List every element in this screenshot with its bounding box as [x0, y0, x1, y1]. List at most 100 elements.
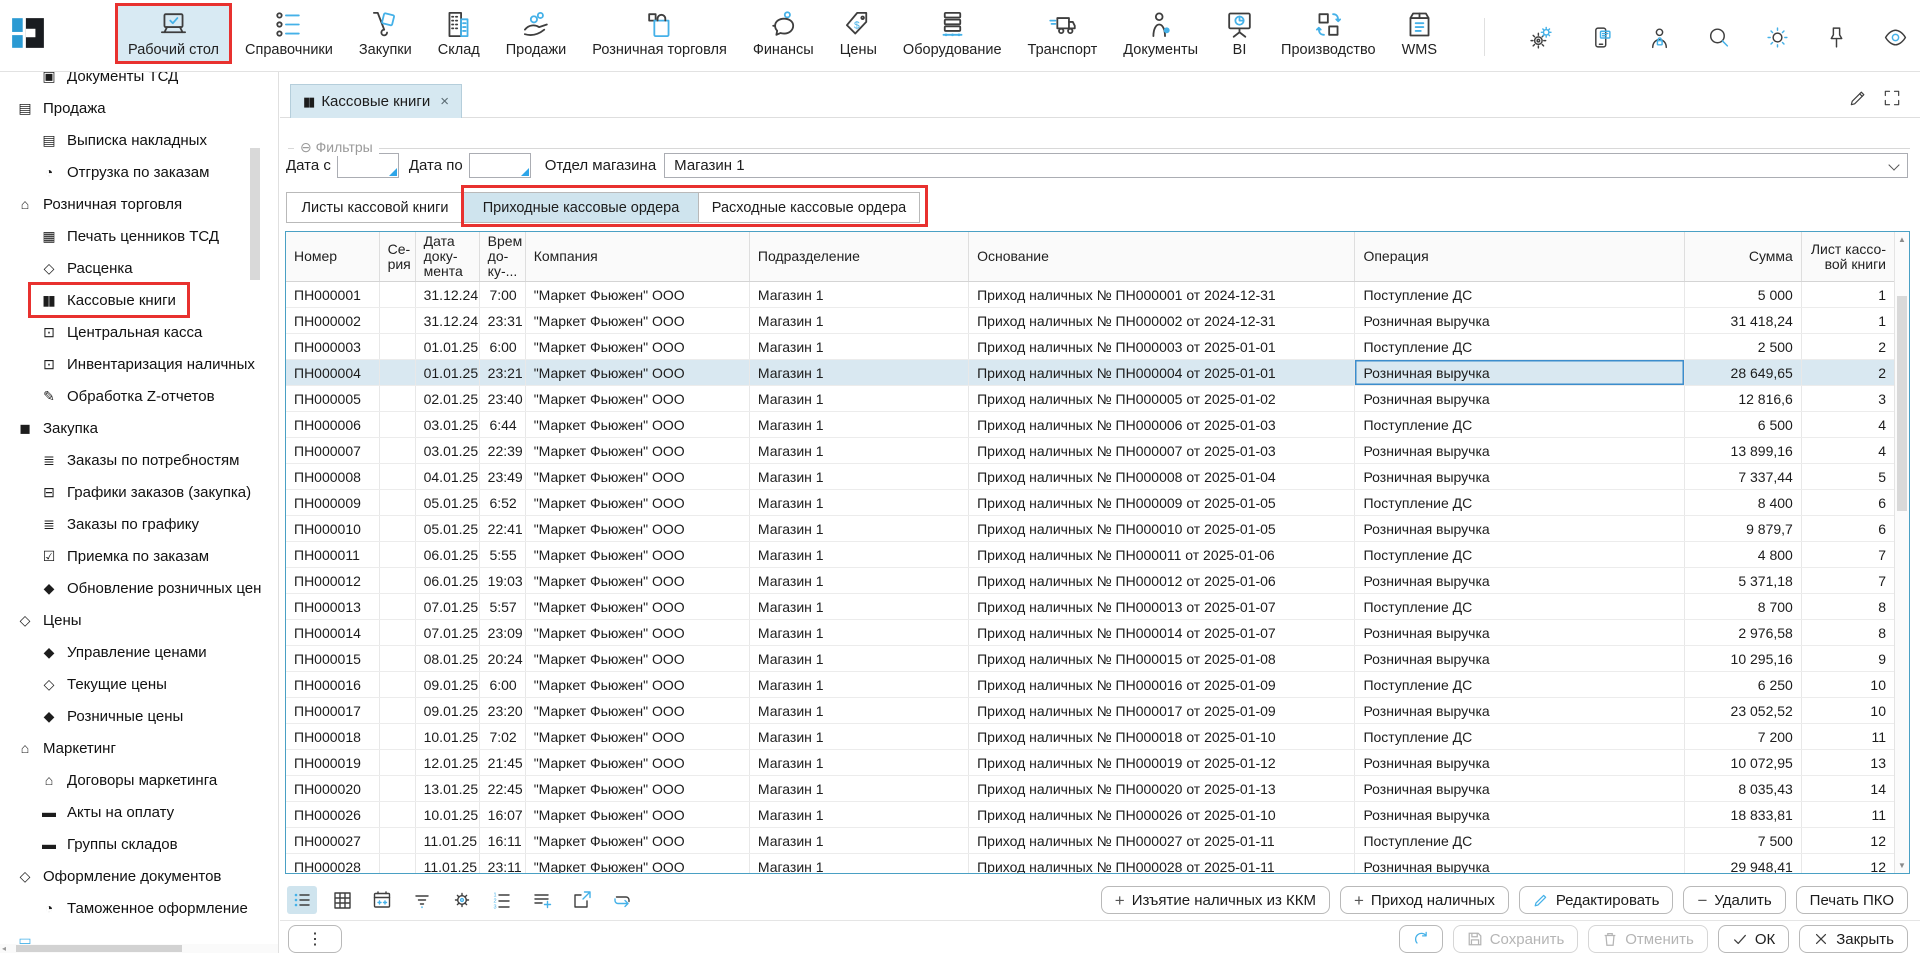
scrollbar-thumb[interactable]: [1897, 296, 1907, 511]
cell-doc_date[interactable]: 08.01.25: [415, 646, 479, 672]
date-from-input[interactable]: [337, 153, 399, 178]
table-row[interactable]: ПН00001912.01.2521:45"Маркет Фьюжен" ООО…: [286, 750, 1895, 776]
date-to-input[interactable]: [469, 153, 531, 178]
cell-doc_time[interactable]: 23:09: [479, 620, 525, 646]
cell-number[interactable]: ПН000014: [286, 620, 379, 646]
cell-department[interactable]: Магазин 1: [749, 438, 968, 464]
edit-button[interactable]: Редактировать: [1519, 886, 1674, 914]
cell-amount[interactable]: 7 337,44: [1684, 464, 1801, 490]
table-row[interactable]: ПН00001307.01.255:57"Маркет Фьюжен" ОООМ…: [286, 594, 1895, 620]
cell-sheet[interactable]: 4: [1801, 438, 1894, 464]
cell-amount[interactable]: 23 052,52: [1684, 698, 1801, 724]
cell-amount[interactable]: 9 879,7: [1684, 516, 1801, 542]
cell-sheet[interactable]: 9: [1801, 646, 1894, 672]
table-row[interactable]: ПН00002610.01.2516:07"Маркет Фьюжен" ООО…: [286, 802, 1895, 828]
cell-department[interactable]: Магазин 1: [749, 594, 968, 620]
cell-department[interactable]: Магазин 1: [749, 672, 968, 698]
cell-series[interactable]: [379, 620, 415, 646]
table-row[interactable]: ПН00001508.01.2520:24"Маркет Фьюжен" ООО…: [286, 646, 1895, 672]
numbered-list-icon[interactable]: 123: [487, 886, 517, 914]
cell-amount[interactable]: 2 500: [1684, 334, 1801, 360]
sidebar-item[interactable]: ▮▮Кассовые книги: [0, 284, 278, 316]
table-row[interactable]: ПН00002711.01.2516:11"Маркет Фьюжен" ООО…: [286, 828, 1895, 854]
cell-doc_date[interactable]: 13.01.25: [415, 776, 479, 802]
cell-department[interactable]: Магазин 1: [749, 542, 968, 568]
cell-operation[interactable]: Розничная выручка: [1355, 438, 1684, 464]
cell-operation[interactable]: Поступление ДС: [1355, 724, 1684, 750]
cell-operation[interactable]: Поступление ДС: [1355, 828, 1684, 854]
cell-operation[interactable]: Розничная выручка: [1355, 360, 1684, 386]
expand-icon[interactable]: [1882, 88, 1902, 108]
cell-basis[interactable]: Приход наличных № ПН000017 от 2025-01-09: [969, 698, 1355, 724]
sidebar-item[interactable]: ◇Расценка: [0, 252, 278, 284]
table-row[interactable]: ПН00000131.12.247:00"Маркет Фьюжен" ОООМ…: [286, 282, 1895, 308]
cell-sheet[interactable]: 1: [1801, 308, 1894, 334]
cell-amount[interactable]: 8 035,43: [1684, 776, 1801, 802]
table-row[interactable]: ПН00000603.01.256:44"Маркет Фьюжен" ОООМ…: [286, 412, 1895, 438]
table-row[interactable]: ПН00002013.01.2522:45"Маркет Фьюжен" ООО…: [286, 776, 1895, 802]
cell-series[interactable]: [379, 750, 415, 776]
cell-department[interactable]: Магазин 1: [749, 464, 968, 490]
sidebar-item[interactable]: ⊡Центральная касса: [0, 316, 278, 348]
cell-series[interactable]: [379, 594, 415, 620]
store-select[interactable]: Магазин 1: [664, 153, 1908, 178]
cell-company[interactable]: "Маркет Фьюжен" ООО: [525, 620, 749, 646]
sidebar-item[interactable]: ⌂Договоры маркетинга: [0, 764, 278, 796]
cell-number[interactable]: ПН000003: [286, 334, 379, 360]
cell-basis[interactable]: Приход наличных № ПН000014 от 2025-01-07: [969, 620, 1355, 646]
cell-department[interactable]: Магазин 1: [749, 620, 968, 646]
table-row[interactable]: ПН00000804.01.2523:49"Маркет Фьюжен" ООО…: [286, 464, 1895, 490]
cell-company[interactable]: "Маркет Фьюжен" ООО: [525, 646, 749, 672]
cell-doc_date[interactable]: 04.01.25: [415, 464, 479, 490]
column-header-department[interactable]: Подразделение: [749, 232, 968, 282]
cell-series[interactable]: [379, 308, 415, 334]
cell-number[interactable]: ПН000004: [286, 360, 379, 386]
cell-number[interactable]: ПН000005: [286, 386, 379, 412]
cell-amount[interactable]: 7 500: [1684, 828, 1801, 854]
sidebar-item[interactable]: ☑Приемка по заказам: [0, 540, 278, 572]
cell-basis[interactable]: Приход наличных № ПН000020 от 2025-01-13: [969, 776, 1355, 802]
pin-icon[interactable]: [1824, 25, 1849, 50]
cell-amount[interactable]: 7 200: [1684, 724, 1801, 750]
table-row[interactable]: ПН00000905.01.256:52"Маркет Фьюжен" ОООМ…: [286, 490, 1895, 516]
cell-operation[interactable]: Розничная выручка: [1355, 568, 1684, 594]
topbar-item-warehouse[interactable]: Склад: [428, 5, 490, 61]
cell-doc_date[interactable]: 09.01.25: [415, 698, 479, 724]
sidebar-item[interactable]: ▤Продажа: [0, 92, 278, 124]
cell-sheet[interactable]: 7: [1801, 568, 1894, 594]
topbar-item-transport[interactable]: Транспорт: [1018, 5, 1108, 61]
cell-basis[interactable]: Приход наличных № ПН000010 от 2025-01-05: [969, 516, 1355, 542]
cell-sheet[interactable]: 2: [1801, 334, 1894, 360]
cell-doc_date[interactable]: 02.01.25: [415, 386, 479, 412]
topbar-item-prices[interactable]: $ Цены: [830, 5, 887, 61]
sidebar-item[interactable]: ⊡Инвентаризация наличных: [0, 348, 278, 380]
cell-basis[interactable]: Приход наличных № ПН000009 от 2025-01-05: [969, 490, 1355, 516]
cell-amount[interactable]: 31 418,24: [1684, 308, 1801, 334]
sidebar-item[interactable]: ✎Обработка Z-отчетов: [0, 380, 278, 412]
calendar-plus-icon[interactable]: [367, 886, 397, 914]
cell-doc_time[interactable]: 6:00: [479, 672, 525, 698]
cell-doc_date[interactable]: 07.01.25: [415, 594, 479, 620]
cell-sheet[interactable]: 5: [1801, 464, 1894, 490]
cell-amount[interactable]: 10 072,95: [1684, 750, 1801, 776]
cell-doc_time[interactable]: 6:00: [479, 334, 525, 360]
cell-number[interactable]: ПН000028: [286, 854, 379, 874]
cell-doc_date[interactable]: 31.12.24: [415, 282, 479, 308]
cell-series[interactable]: [379, 386, 415, 412]
cell-basis[interactable]: Приход наличных № ПН000015 от 2025-01-08: [969, 646, 1355, 672]
feedback-phone-icon[interactable]: [1588, 25, 1613, 50]
cell-number[interactable]: ПН000001: [286, 282, 379, 308]
table-vertical-scrollbar[interactable]: ▲ ▼: [1894, 232, 1909, 873]
sidebar-item[interactable]: ◆Розничные цены: [0, 700, 278, 732]
cell-doc_time[interactable]: 6:52: [479, 490, 525, 516]
scrollbar-thumb[interactable]: [16, 945, 182, 952]
cell-amount[interactable]: 2 976,58: [1684, 620, 1801, 646]
cell-department[interactable]: Магазин 1: [749, 308, 968, 334]
cell-department[interactable]: Магазин 1: [749, 776, 968, 802]
cell-amount[interactable]: 5 000: [1684, 282, 1801, 308]
cell-company[interactable]: "Маркет Фьюжен" ООО: [525, 568, 749, 594]
cell-company[interactable]: "Маркет Фьюжен" ООО: [525, 282, 749, 308]
scroll-down-arrow-icon[interactable]: ▼: [1895, 861, 1909, 870]
cell-number[interactable]: ПН000006: [286, 412, 379, 438]
collapse-icon[interactable]: ⊖: [300, 139, 312, 155]
